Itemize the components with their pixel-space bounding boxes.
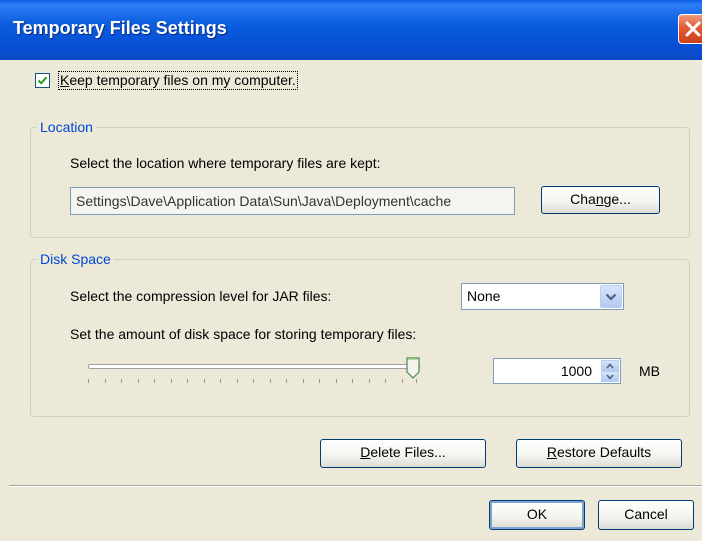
spin-up-button[interactable] [601, 360, 619, 371]
spin-down-button[interactable] [601, 371, 619, 382]
disk-space-group-title: Disk Space [37, 250, 114, 268]
slider-tick [319, 379, 320, 383]
slider-tick [105, 379, 106, 383]
close-button[interactable] [678, 14, 702, 44]
location-path-field[interactable]: Settings\Dave\Application Data\Sun\Java\… [70, 187, 515, 215]
slider-tick [253, 379, 254, 383]
close-icon [685, 21, 701, 37]
change-label-end: ge... [603, 191, 631, 207]
slider-tick [171, 379, 172, 383]
disk-space-unit: MB [639, 363, 660, 379]
ok-label: OK [526, 506, 548, 522]
location-group: Location Select the location where tempo… [30, 118, 690, 238]
slider-tick [385, 379, 386, 383]
slider-tick [187, 379, 188, 383]
slider-tick [204, 379, 205, 383]
disk-space-slider[interactable] [85, 357, 430, 387]
slider-tick [303, 379, 304, 383]
slider-track[interactable] [88, 364, 420, 369]
keep-files-label-text: eep temporary files on my computer. [69, 72, 296, 88]
location-group-title: Location [37, 118, 96, 136]
compression-select[interactable]: None [461, 283, 624, 310]
change-label-start: Cha [570, 191, 596, 207]
ok-button[interactable]: OK [489, 500, 585, 530]
delete-files-button[interactable]: Delete Files... [320, 439, 486, 468]
cancel-button[interactable]: Cancel [598, 500, 694, 530]
footer-divider [9, 485, 702, 487]
keep-files-checkbox[interactable] [35, 73, 50, 88]
dialog-window: Temporary Files Settings Keep temporary … [0, 0, 702, 541]
chevron-down-icon [605, 293, 617, 301]
delete-label: elete Files... [370, 444, 446, 460]
keep-files-label[interactable]: Keep temporary files on my computer. [58, 71, 298, 90]
slider-tick [220, 379, 221, 383]
compression-value: None [467, 288, 501, 304]
disk-space-group: Disk Space Select the compression level … [30, 250, 690, 417]
dialog-content: Keep temporary files on my computer. Loc… [9, 60, 702, 541]
slider-thumb[interactable] [406, 357, 420, 379]
slider-tick [286, 379, 287, 383]
checkmark-icon [37, 76, 48, 85]
change-label-mnemonic: n [595, 191, 604, 207]
disk-amount-label: Set the amount of disk space for storing… [70, 326, 417, 342]
title-bar[interactable]: Temporary Files Settings [0, 0, 702, 60]
restore-defaults-button[interactable]: Restore Defaults [516, 439, 682, 468]
chevron-up-icon [606, 363, 614, 369]
slider-tick [369, 379, 370, 383]
slider-tick [336, 379, 337, 383]
slider-tick [154, 379, 155, 383]
slider-ticks [85, 379, 430, 385]
slider-tick [121, 379, 122, 383]
cancel-label: Cancel [624, 506, 668, 522]
window-title: Temporary Files Settings [13, 18, 227, 38]
compression-dropdown-button[interactable] [600, 285, 622, 308]
compression-label: Select the compression level for JAR fil… [70, 288, 332, 304]
chevron-down-icon [606, 374, 614, 380]
location-description: Select the location where temporary file… [70, 155, 381, 171]
location-path-value: Settings\Dave\Application Data\Sun\Java\… [76, 193, 452, 209]
restore-label: estore Defaults [556, 444, 652, 460]
change-location-button[interactable]: Change... [541, 186, 660, 214]
restore-mnemonic: R [546, 444, 557, 460]
slider-tick [138, 379, 139, 383]
slider-tick [352, 379, 353, 383]
keep-files-mnemonic: K [60, 72, 70, 88]
slider-tick [402, 379, 403, 383]
slider-tick [88, 379, 89, 383]
slider-tick [237, 379, 238, 383]
slider-tick [416, 379, 417, 383]
disk-space-spinner[interactable]: 1000 [493, 358, 621, 384]
delete-mnemonic: D [360, 444, 371, 460]
disk-space-value: 1000 [560, 363, 592, 379]
slider-tick [270, 379, 271, 383]
